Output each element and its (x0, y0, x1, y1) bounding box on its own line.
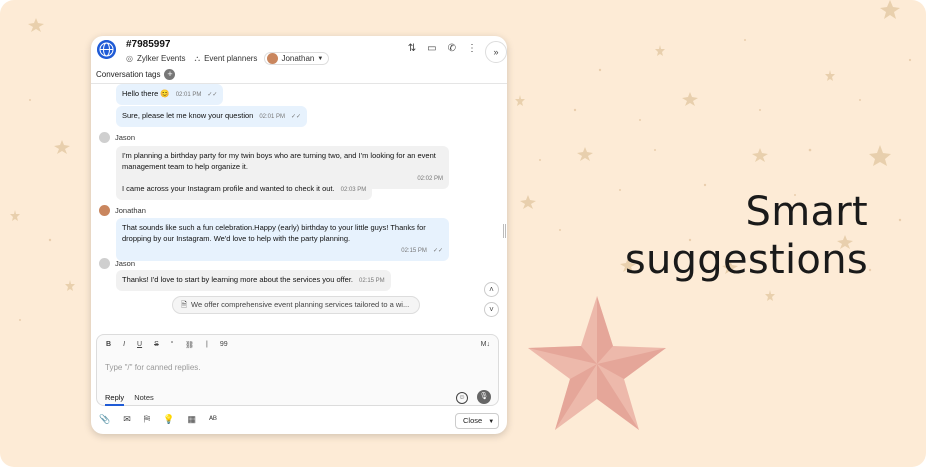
visitor-avatar (99, 258, 110, 269)
scroll-down-button[interactable]: ˅ (484, 302, 499, 317)
scroll-up-button[interactable]: ˄ (484, 282, 499, 297)
double-chevron-right-icon: » (493, 47, 499, 57)
message-text: Hello there 😊 (122, 89, 170, 98)
team-icon: ⛬ (194, 53, 201, 63)
strikethrough-button[interactable]: S (154, 341, 159, 349)
globe-icon (97, 40, 116, 59)
underline-button[interactable]: U (137, 341, 142, 349)
agent-selector[interactable]: Jonathan ▼ (264, 52, 330, 65)
translate-icon[interactable]: ᴬᴮ (209, 414, 217, 425)
message-text: I came across your Instagram profile and… (122, 184, 335, 193)
screen-share-icon[interactable]: ▭ (427, 43, 436, 54)
attachment-icon[interactable]: 📎 (99, 414, 110, 425)
close-button[interactable]: Close ▼ (455, 413, 499, 429)
message-text: Sure, please let me know your question (122, 111, 254, 120)
message-text: That sounds like such a fun celebration.… (122, 223, 426, 243)
quote-button[interactable]: “ (171, 341, 173, 349)
agent-avatar (99, 205, 110, 216)
separator: | (205, 341, 208, 348)
chevron-down-icon: ▼ (488, 419, 495, 425)
ticket-id: #7985997 (126, 39, 171, 50)
italic-button[interactable]: I (123, 341, 125, 349)
star-decoration (528, 296, 666, 430)
department-icon: ◎ (126, 54, 133, 63)
ticket-meta: ◎ Zylker Events ⛬ Event planners Jonatha… (126, 52, 330, 65)
message-time: 02:15 PM (359, 278, 385, 284)
reply-composer: B I U S “ ⛓ | 99 M↓ Type "/" for canned … (96, 334, 499, 406)
smart-suggestion-chip[interactable]: 🗎 We offer comprehensive event planning s… (172, 296, 420, 314)
suggestion-text: We offer comprehensive event planning se… (191, 300, 410, 309)
bold-button[interactable]: B (106, 341, 111, 349)
reply-input[interactable]: Type "/" for canned replies. (105, 363, 201, 372)
article-icon[interactable]: ⛿ (144, 414, 151, 425)
lightbulb-icon[interactable]: 💡 (163, 414, 174, 425)
chat-window: #7985997 ◎ Zylker Events ⛬ Event planner… (91, 36, 507, 434)
agent-name: Jonathan (281, 54, 315, 63)
chat-header: #7985997 ◎ Zylker Events ⛬ Event planner… (91, 36, 507, 66)
sender-name: Jason (115, 259, 136, 268)
read-receipt-icon: ✓✓ (207, 92, 218, 98)
close-label: Close (463, 416, 483, 425)
conversation-tags: Conversation tags + (96, 69, 176, 80)
chevron-down-icon: ▼ (317, 55, 324, 62)
phone-icon[interactable]: ✆ (448, 43, 456, 54)
calendar-icon[interactable]: ▦ (188, 414, 197, 425)
visitor-avatar (99, 132, 110, 143)
headline-line-1: Smart (745, 189, 868, 235)
more-options-icon[interactable]: ⋮ (467, 43, 477, 54)
tab-notes[interactable]: Notes (134, 393, 154, 406)
chevron-up-icon: ˄ (489, 285, 494, 294)
read-receipt-icon: ✓✓ (432, 248, 443, 254)
conversation-tags-label: Conversation tags (96, 70, 161, 79)
add-tag-button[interactable]: + (164, 69, 176, 80)
message-text: Thanks! I'd love to start by learning mo… (122, 275, 353, 284)
message-list: Hello there 😊 02:01 PM ✓✓ Sure, please let… (91, 84, 507, 334)
message-time: 02:15 PM (401, 248, 427, 254)
canned-response-icon[interactable]: ✉ (123, 414, 131, 425)
message-time: 02:03 PM (340, 187, 367, 193)
sender-name: Jonathan (115, 206, 146, 215)
sender-label: Jonathan (99, 205, 146, 216)
resize-handle[interactable] (503, 224, 506, 238)
headline-line-2: suggestions (624, 237, 868, 283)
message-bubble: Thanks! I'd love to start by learning mo… (116, 270, 391, 291)
chevron-down-icon: ˅ (489, 305, 494, 314)
message-bubble: I came across your Instagram profile and… (116, 179, 373, 200)
composer-tabs: Reply Notes (105, 393, 154, 406)
message-bubble: Sure, please let me know your question 02… (116, 106, 308, 127)
message-time: 02:01 PM (259, 114, 286, 120)
transfer-icon[interactable]: ⇅ (408, 43, 416, 54)
collapse-panel-button[interactable]: » (485, 41, 507, 63)
document-icon: 🗎 (181, 300, 188, 309)
microphone-icon[interactable]: 🎙 (477, 390, 491, 404)
message-time: 02:01 PM (175, 92, 202, 98)
team-name[interactable]: Event planners (204, 54, 257, 63)
department-name[interactable]: Zylker Events (137, 54, 185, 63)
tab-reply[interactable]: Reply (105, 393, 125, 406)
footer-toolbar: 📎 ✉ ⛿ 💡 ▦ ᴬᴮ (99, 414, 217, 425)
message-text: I'm planning a birthday party for my twi… (122, 151, 436, 171)
emoji-icon[interactable]: ☺ (456, 392, 468, 404)
code-button[interactable]: 99 (220, 341, 228, 349)
sender-label: Jason (99, 258, 135, 269)
message-bubble: Hello there 😊 02:01 PM ✓✓ (116, 84, 224, 105)
sender-label: Jason (99, 132, 135, 143)
message-time: 02:02 PM (417, 176, 443, 182)
link-button[interactable]: ⛓ (185, 341, 194, 349)
markdown-toggle[interactable]: M↓ (481, 341, 490, 348)
header-actions: ⇅ ▭ ✆ ⋮ (408, 43, 477, 54)
sender-name: Jason (115, 133, 136, 142)
read-receipt-icon: ✓✓ (291, 114, 302, 120)
avatar (267, 53, 279, 64)
message-bubble: That sounds like such a fun celebration.… (116, 218, 449, 261)
format-toolbar: B I U S “ ⛓ | 99 (106, 341, 228, 349)
headline: Smart suggestions (625, 188, 868, 284)
